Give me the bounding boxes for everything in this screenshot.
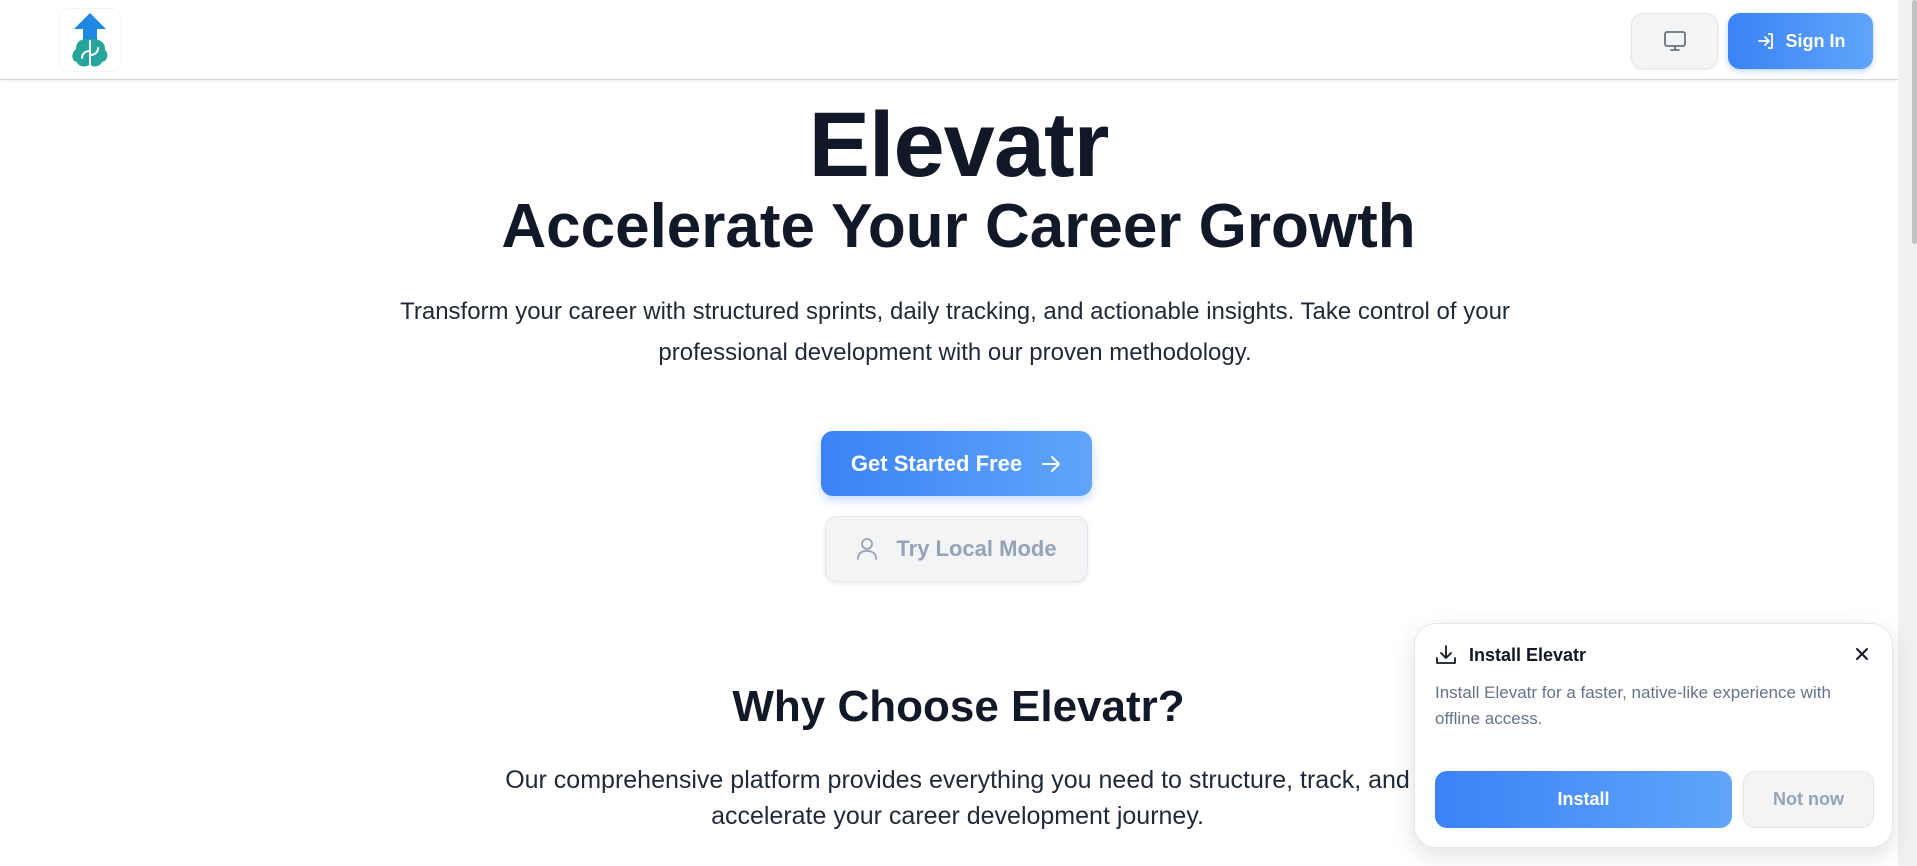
user-icon (857, 538, 878, 560)
download-icon (1436, 645, 1456, 664)
app-logo[interactable] (58, 8, 122, 72)
hero-description: Transform your career with structured sp… (400, 298, 1510, 366)
install-prompt-header: Install Elevatr (1435, 644, 1586, 666)
top-nav-bar: Sign In (0, 0, 1898, 80)
sign-in-label: Sign In (1785, 30, 1846, 51)
monitor-icon (1663, 31, 1686, 51)
why-section-description: Our comprehensive platform provides ever… (505, 766, 1410, 830)
close-icon (1856, 648, 1868, 660)
get-started-button[interactable]: Get Started Free (821, 431, 1092, 496)
sign-in-button[interactable]: Sign In (1728, 13, 1873, 69)
install-button[interactable]: Install (1435, 771, 1732, 828)
try-local-mode-label: Try Local Mode (896, 536, 1057, 561)
brain-arrow-up-logo-icon (72, 13, 108, 67)
install-prompt-description: Install Elevatr for a faster, native-lik… (1435, 683, 1831, 728)
install-prompt-title: Install Elevatr (1469, 644, 1587, 665)
hero-subtitle: Accelerate Your Career Growth (501, 192, 1416, 261)
arrow-right-icon (1042, 455, 1061, 472)
theme-display-button[interactable] (1631, 13, 1718, 69)
close-install-prompt-button[interactable] (1850, 642, 1874, 666)
sign-in-icon (1757, 33, 1773, 49)
try-local-mode-button[interactable]: Try Local Mode (825, 516, 1088, 582)
install-prompt-card: Install Elevatr Install Elevatr for a fa… (1414, 623, 1893, 848)
get-started-label: Get Started Free (850, 450, 1023, 476)
not-now-button[interactable]: Not now (1743, 771, 1874, 828)
hero-title: Elevatr (808, 94, 1110, 196)
